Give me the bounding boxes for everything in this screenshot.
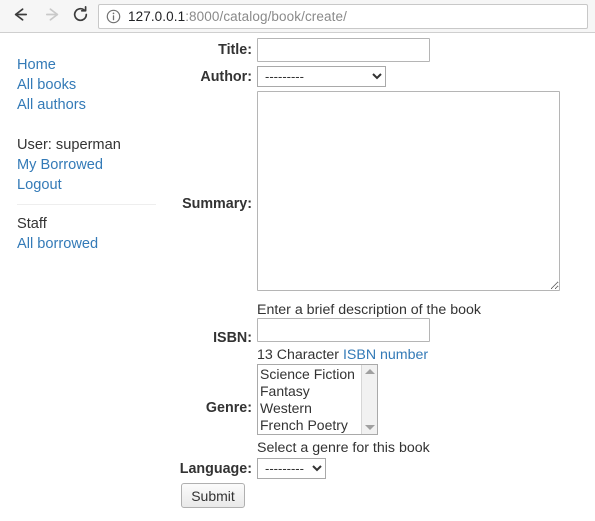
page-content: Home All books All authors User: superma…: [0, 33, 595, 521]
isbn-label: ISBN:: [213, 330, 252, 346]
isbn-help-text: 13 Character ISBN number: [257, 347, 428, 363]
summary-label: Summary:: [182, 196, 252, 212]
browser-toolbar: 127.0.0.1:8000/catalog/book/create/: [0, 0, 595, 33]
genre-option[interactable]: Fantasy: [260, 383, 361, 400]
genre-scrollbar[interactable]: [361, 365, 377, 434]
url-host: 127.0.0.1: [128, 9, 186, 24]
genre-option-list: Science Fiction Fantasy Western French P…: [258, 365, 361, 434]
summary-textarea[interactable]: [257, 91, 560, 291]
sidebar-link-all-borrowed[interactable]: All borrowed: [17, 234, 167, 254]
isbn-input[interactable]: [257, 318, 430, 342]
info-circle-icon[interactable]: [106, 9, 121, 24]
title-input[interactable]: [257, 38, 430, 62]
genre-help-text: Select a genre for this book: [257, 440, 430, 456]
reload-button[interactable]: [66, 3, 94, 31]
isbn-number-link[interactable]: ISBN number: [343, 347, 428, 363]
author-select[interactable]: ---------: [257, 66, 386, 87]
genre-label: Genre:: [205, 400, 252, 416]
address-bar[interactable]: 127.0.0.1:8000/catalog/book/create/: [98, 4, 588, 29]
genre-option[interactable]: French Poetry: [260, 417, 361, 434]
sidebar-item-user: User: superman: [17, 135, 167, 155]
sidebar-primary-list: Home All books All authors: [17, 55, 167, 115]
scroll-up-arrow-icon[interactable]: [364, 369, 375, 374]
submit-button[interactable]: Submit: [181, 483, 245, 508]
reload-icon: [71, 5, 90, 29]
sidebar-user-list: User: superman My Borrowed Logout: [17, 135, 167, 195]
back-arrow-icon: [11, 5, 30, 29]
forward-arrow-icon: [43, 5, 62, 29]
sidebar-current-user: User: superman: [17, 137, 121, 153]
language-select[interactable]: ---------: [257, 458, 326, 479]
forward-button: [38, 3, 66, 31]
title-label: Title:: [218, 42, 252, 58]
genre-listbox[interactable]: Science Fiction Fantasy Western French P…: [257, 364, 378, 435]
isbn-help-prefix: 13 Character: [257, 347, 343, 363]
author-label: Author:: [200, 69, 252, 85]
sidebar-link-my-borrowed[interactable]: My Borrowed: [17, 155, 167, 175]
scroll-down-arrow-icon[interactable]: [364, 425, 375, 430]
genre-option[interactable]: Western: [260, 400, 361, 417]
url-path: :8000/catalog/book/create/: [185, 9, 347, 24]
genre-option[interactable]: Science Fiction: [260, 366, 361, 383]
language-label: Language:: [179, 461, 252, 477]
sidebar-item-staff-heading: Staff: [17, 214, 167, 234]
sidebar-staff-heading: Staff: [17, 216, 47, 232]
sidebar-link-logout[interactable]: Logout: [17, 175, 167, 195]
sidebar-link-all-authors[interactable]: All authors: [17, 95, 167, 115]
sidebar-item-all-authors[interactable]: All authors: [17, 95, 167, 115]
sidebar-item-logout[interactable]: Logout: [17, 175, 167, 195]
back-button[interactable]: [6, 3, 34, 31]
sidebar-staff-list: Staff All borrowed: [17, 214, 167, 254]
sidebar-item-all-borrowed[interactable]: All borrowed: [17, 234, 167, 254]
sidebar-item-my-borrowed[interactable]: My Borrowed: [17, 155, 167, 175]
summary-help-text: Enter a brief description of the book: [257, 302, 481, 318]
